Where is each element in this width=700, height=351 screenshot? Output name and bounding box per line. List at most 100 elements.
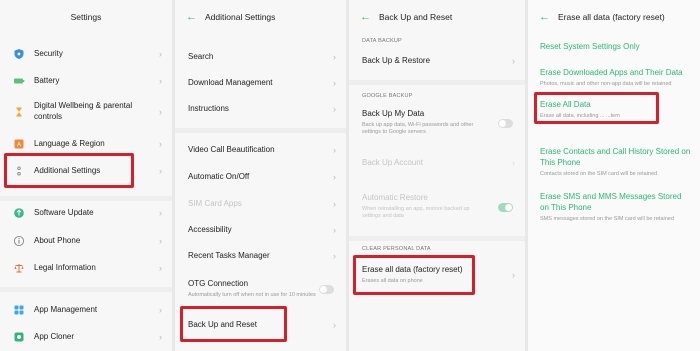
settings-item-back-up-account: Back Up Account › (349, 154, 525, 172)
settings-item-label: Instructions (188, 103, 229, 113)
header: Settings (0, 0, 172, 34)
chevron-right-icon: › (512, 270, 515, 280)
settings-item-app-cloner[interactable]: App Cloner › (0, 328, 172, 346)
back-arrow-icon[interactable]: ← (360, 11, 371, 23)
settings-item-erase-all-data[interactable]: Erase all data (factory reset) Erases al… (349, 262, 525, 288)
info-icon (12, 234, 26, 248)
settings-item-label: Security (34, 48, 63, 58)
section-header-google-backup: GOOGLE BACKUP (362, 93, 413, 99)
app-cloner-icon (12, 330, 26, 344)
chevron-right-icon: › (333, 145, 336, 155)
option-description: Contacts stored on the SIM card will be … (540, 170, 658, 177)
settings-item-label: Video Call Beautification (188, 144, 275, 154)
option-description: Photos, music and other non-app data wil… (540, 80, 672, 87)
settings-item-recent-tasks-manager[interactable]: Recent Tasks Manager › (175, 247, 346, 265)
divider (0, 196, 172, 201)
page-title: Settings (70, 12, 102, 22)
settings-item-description: When reinstalling an app, restore backed… (362, 205, 470, 220)
settings-item-additional-settings[interactable]: Additional Settings › (0, 162, 172, 180)
backup-and-reset-panel: ← Back Up and Reset DATA BACKUP Back Up … (349, 0, 525, 351)
chevron-right-icon: › (333, 320, 336, 330)
erase-all-data-panel: ← Erase all data (factory reset) Reset S… (528, 0, 700, 351)
header: ← Erase all data (factory reset) (528, 0, 700, 34)
backup-toggle[interactable] (498, 118, 513, 128)
chevron-right-icon: › (333, 172, 336, 182)
settings-item-label: Legal Information (34, 262, 96, 272)
settings-item-language[interactable]: A Language & Region › (0, 135, 172, 153)
settings-item-label: Additional Settings (34, 165, 101, 175)
settings-item-about-phone[interactable]: About Phone › (0, 232, 172, 250)
settings-item-description: Automatically turn off when not in use f… (188, 291, 316, 298)
settings-item-battery[interactable]: Battery › (0, 72, 172, 90)
option-erase-sms-mms[interactable]: Erase SMS and MMS Messages Stored on Thi… (540, 192, 692, 223)
dots-icon (12, 164, 26, 178)
svg-text:A: A (17, 142, 22, 149)
settings-item-label: Recent Tasks Manager (188, 250, 270, 260)
chevron-right-icon: › (333, 104, 336, 114)
settings-item-accessibility[interactable]: Accessibility › (175, 221, 346, 239)
shield-icon (12, 47, 26, 61)
settings-panel: Settings Security › Battery › Digital We… (0, 0, 172, 351)
chevron-right-icon: › (159, 305, 162, 315)
settings-item-sim-card-apps: SIM Card Apps › (175, 195, 346, 213)
option-erase-contacts-call-history[interactable]: Erase Contacts and Call History Stored o… (540, 147, 692, 178)
option-erase-all-data[interactable]: Erase All Data Erase all data, including… (540, 100, 692, 120)
settings-item-label: App Cloner (34, 331, 75, 341)
settings-item-download-management[interactable]: Download Management › (175, 74, 346, 92)
settings-item-description: Back up app data, Wi-Fi passwords and ot… (362, 121, 474, 136)
settings-item-app-management[interactable]: App Management › (0, 301, 172, 319)
additional-settings-panel: ← Additional Settings Search › Download … (175, 0, 346, 351)
settings-item-back-up-and-reset[interactable]: Back Up and Reset › (175, 316, 346, 334)
option-label: Reset System Settings Only (540, 42, 640, 51)
settings-item-label: Erase all data (factory reset) (362, 264, 463, 274)
settings-item-label: Automatic On/Off (188, 171, 250, 181)
chevron-right-icon: › (333, 251, 336, 261)
settings-item-automatic-on-off[interactable]: Automatic On/Off › (175, 168, 346, 186)
option-reset-system-settings[interactable]: Reset System Settings Only (540, 42, 692, 53)
chevron-right-icon: › (333, 78, 336, 88)
settings-item-automatic-restore: Automatic Restore When reinstalling an a… (349, 191, 525, 223)
settings-item-back-up-my-data[interactable]: Back Up My Data Back up app data, Wi-Fi … (349, 107, 525, 139)
chevron-right-icon: › (159, 236, 162, 246)
settings-item-label: Automatic Restore (362, 193, 428, 203)
option-description: SMS messages stored on the SIM card will… (540, 215, 674, 222)
language-icon: A (12, 137, 26, 151)
settings-item-software-update[interactable]: Software Update › (0, 204, 172, 222)
settings-item-legal-information[interactable]: Legal Information › (0, 259, 172, 277)
chevron-right-icon: › (159, 208, 162, 218)
settings-item-security[interactable]: Security › (0, 45, 172, 63)
scales-icon (12, 261, 26, 275)
settings-item-search[interactable]: Search › (175, 48, 346, 66)
section-header-clear-personal-data: CLEAR PERSONAL DATA (362, 246, 431, 252)
chevron-right-icon: › (159, 107, 162, 117)
back-arrow-icon[interactable]: ← (539, 11, 550, 23)
settings-item-instructions[interactable]: Instructions › (175, 100, 346, 118)
chevron-right-icon: › (333, 52, 336, 62)
option-label: Erase All Data (540, 100, 591, 109)
settings-item-label: Back Up and Reset (188, 319, 257, 329)
option-label: Erase Downloaded Apps and Their Data (540, 68, 683, 77)
divider (0, 287, 172, 292)
back-arrow-icon[interactable]: ← (186, 11, 197, 23)
option-erase-downloaded-apps[interactable]: Erase Downloaded Apps and Their Data Pho… (540, 68, 692, 88)
settings-item-label: OTG Connection (188, 278, 249, 288)
chevron-right-icon: › (159, 166, 162, 176)
chevron-right-icon: › (159, 76, 162, 86)
option-label: Erase SMS and MMS Messages Stored on Thi… (540, 192, 682, 212)
chevron-right-icon: › (512, 158, 515, 168)
otg-toggle[interactable] (319, 284, 334, 294)
settings-item-description: Erases all data on phone (362, 277, 423, 284)
settings-item-label: Language & Region (34, 138, 105, 148)
page-title: Additional Settings (205, 12, 276, 22)
settings-item-label: Back Up My Data (362, 109, 425, 119)
settings-item-label: Download Management (188, 77, 273, 87)
settings-item-back-up-restore[interactable]: Back Up & Restore › (349, 52, 525, 70)
settings-item-otg-connection[interactable]: OTG Connection Automatically turn off wh… (175, 273, 346, 305)
chevron-right-icon: › (159, 139, 162, 149)
app-grid-icon (12, 303, 26, 317)
page-title: Erase all data (factory reset) (558, 12, 665, 22)
settings-item-video-call-beautification[interactable]: Video Call Beautification › (175, 141, 346, 159)
settings-item-label: About Phone (34, 235, 81, 245)
settings-item-digital-wellbeing[interactable]: Digital Wellbeing & parental controls › (0, 99, 172, 125)
chevron-right-icon: › (159, 49, 162, 59)
